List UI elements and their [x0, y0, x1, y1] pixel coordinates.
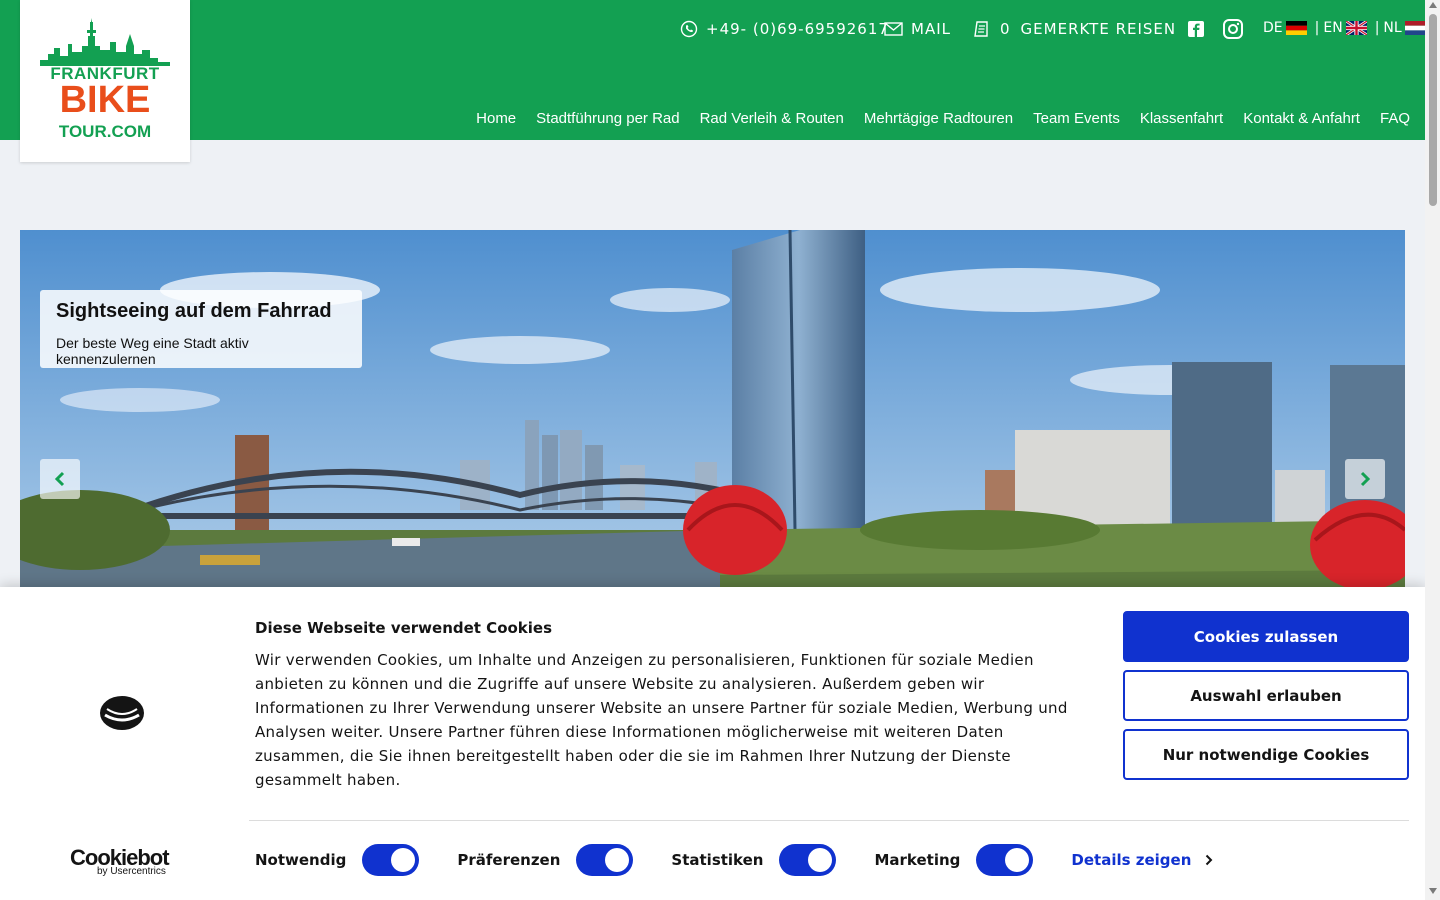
- show-details-label: Details zeigen: [1071, 851, 1192, 869]
- chevron-right-icon: [1206, 854, 1213, 866]
- flag-en-icon[interactable]: [1345, 21, 1367, 35]
- phone-icon: [680, 20, 698, 38]
- instagram-link[interactable]: [1222, 18, 1252, 40]
- nav-bike-rental[interactable]: Rad Verleih & Routen: [700, 110, 844, 127]
- nav-contact[interactable]: Kontakt & Anfahrt: [1243, 110, 1360, 127]
- cookiebot-logo-icon: [100, 696, 144, 730]
- nav-city-tour[interactable]: Stadtführung per Rad: [536, 110, 679, 127]
- slider-prev-button[interactable]: [40, 459, 80, 499]
- divider: [249, 820, 1409, 821]
- saved-trips-link[interactable]: 0 GEMERKTE REISEN: [972, 18, 1176, 40]
- cookie-description: Wir verwenden Cookies, um Inhalte und An…: [255, 651, 1068, 789]
- scroll-down-arrow-icon[interactable]: [1429, 888, 1437, 894]
- toggle-marketing: Marketing: [874, 844, 1034, 876]
- toggle-statistics: Statistiken: [671, 844, 837, 876]
- hero-slider: Sightseeing auf dem Fahrrad Der beste We…: [20, 230, 1405, 630]
- nav-class-trip[interactable]: Klassenfahrt: [1140, 110, 1223, 127]
- allow-all-cookies-button[interactable]: Cookies zulassen: [1123, 611, 1409, 662]
- facebook-link[interactable]: [1187, 18, 1213, 40]
- scrollbar-thumb[interactable]: [1429, 14, 1437, 206]
- statistics-switch[interactable]: [779, 844, 837, 876]
- toggle-label: Statistiken: [671, 851, 764, 869]
- logo-line-tour: TOUR.COM: [58, 122, 152, 141]
- lang-nl[interactable]: NL: [1383, 20, 1401, 36]
- site-logo[interactable]: FRANKFURT BIKE TOUR.COM: [20, 0, 190, 162]
- toggle-label: Marketing: [874, 851, 961, 869]
- nav-faq[interactable]: FAQ: [1380, 110, 1410, 127]
- facebook-icon: [1188, 21, 1204, 37]
- mail-label: MAIL: [911, 20, 951, 38]
- nav-home[interactable]: Home: [476, 110, 516, 127]
- clipboard-icon: [974, 21, 988, 37]
- slide-caption-title: Sightseeing auf dem Fahrrad: [56, 300, 332, 322]
- slider-next-button[interactable]: [1345, 459, 1385, 499]
- saved-label: GEMERKTE REISEN: [1020, 20, 1177, 38]
- lang-separator: |: [1314, 20, 1320, 36]
- necessary-cookies-only-button[interactable]: Nur notwendige Cookies: [1123, 729, 1409, 780]
- show-details-link[interactable]: Details zeigen: [1071, 851, 1213, 869]
- nav-team-events[interactable]: Team Events: [1033, 110, 1120, 127]
- lang-de[interactable]: DE: [1263, 20, 1283, 36]
- necessary-switch[interactable]: [362, 844, 420, 876]
- flag-nl-icon[interactable]: [1404, 21, 1426, 35]
- lang-separator: |: [1374, 20, 1380, 36]
- slide-caption: Sightseeing auf dem Fahrrad Der beste We…: [40, 290, 362, 368]
- cookie-category-toggles: Notwendig Präferenzen Statistiken Market…: [255, 843, 1213, 877]
- main-nav: Home Stadtführung per Rad Rad Verleih & …: [456, 110, 1410, 127]
- site-header: +49- (0)69-69592617 MAIL 0 GEMERKTE REIS…: [0, 0, 1426, 140]
- page-scrollbar[interactable]: [1425, 0, 1440, 900]
- toggle-label: Präferenzen: [457, 851, 561, 869]
- allow-selection-button[interactable]: Auswahl erlauben: [1123, 670, 1409, 721]
- preferences-switch[interactable]: [576, 844, 634, 876]
- chevron-right-icon: [1360, 471, 1371, 487]
- toggle-label: Notwendig: [255, 851, 347, 869]
- marketing-switch[interactable]: [976, 844, 1034, 876]
- flag-de-icon[interactable]: [1285, 21, 1307, 35]
- nav-multi-day-tours[interactable]: Mehrtägige Radtouren: [864, 110, 1013, 127]
- toggle-preferences: Präferenzen: [457, 844, 634, 876]
- scroll-up-arrow-icon[interactable]: [1429, 2, 1437, 8]
- phone-link[interactable]: +49- (0)69-69592617: [680, 18, 889, 40]
- saved-count: 0: [1000, 20, 1011, 38]
- language-switcher: DE | EN | NL: [1263, 20, 1430, 36]
- chevron-left-icon: [54, 471, 65, 487]
- lang-en[interactable]: EN: [1323, 20, 1342, 36]
- instagram-icon: [1223, 19, 1243, 39]
- slide-caption-text: Der beste Weg eine Stadt aktiv kennenzul…: [56, 335, 249, 367]
- cookie-title: Diese Webseite verwendet Cookies: [255, 619, 553, 637]
- mail-link[interactable]: MAIL: [884, 18, 951, 40]
- phone-number: +49- (0)69-69592617: [706, 20, 889, 38]
- cookiebot-subtitle: by Usercentrics: [97, 866, 166, 877]
- mail-icon: [884, 22, 903, 36]
- skyline-logo-icon: [40, 18, 170, 66]
- toggle-necessary: Notwendig: [255, 844, 420, 876]
- cookie-banner: Cookiebot by Usercentrics Diese Webseite…: [0, 587, 1425, 900]
- logo-line-bike: BIKE: [59, 79, 151, 121]
